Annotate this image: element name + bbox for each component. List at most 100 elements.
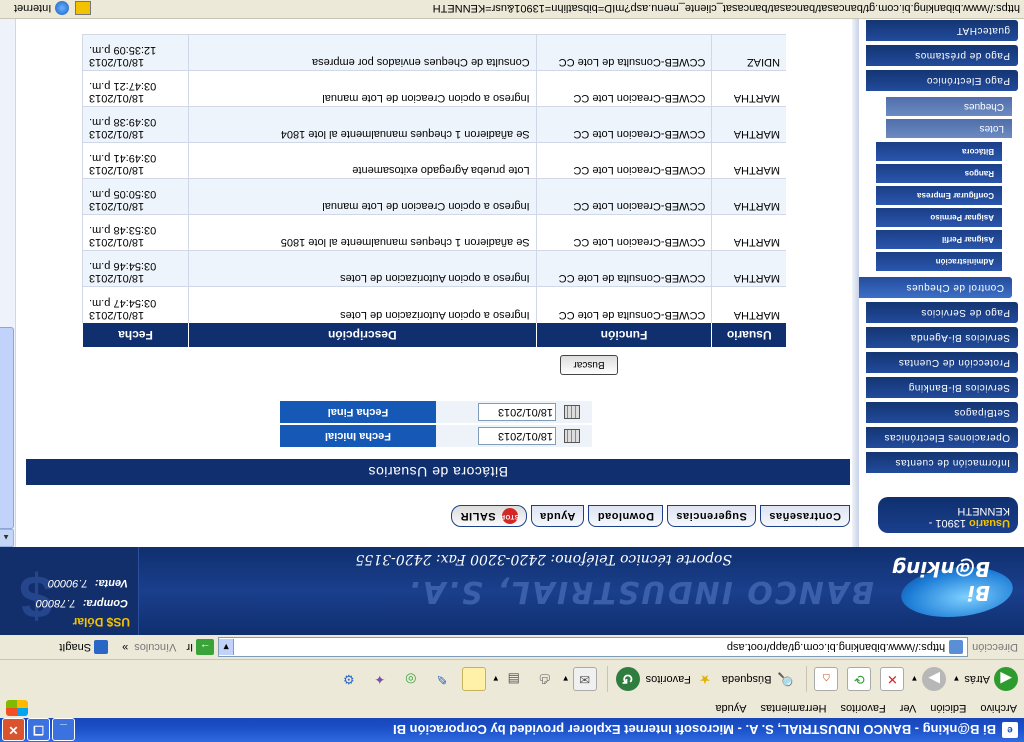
address-url[interactable]: https://www.bibanking.bi.com.gt/app/root… <box>234 641 945 653</box>
fecha-final-field: 18/01/2013 <box>436 401 592 423</box>
links-label[interactable]: Vínculos <box>134 641 176 653</box>
sidebar-item-pago-servicios[interactable]: Pago de Servicios <box>866 302 1018 323</box>
sidebar-item-control-cheques[interactable]: Control de Cheques <box>854 277 1012 298</box>
history-button[interactable]: ↺ <box>612 667 640 691</box>
maximize-button[interactable]: ❐ <box>27 718 50 742</box>
back-arrow-icon: ◀ <box>994 667 1018 691</box>
minimize-button[interactable]: _ <box>52 718 75 742</box>
sidebar-subitem-bitacora[interactable]: Bitácora <box>876 142 1002 161</box>
address-dropdown-icon[interactable]: ▼ <box>219 639 235 655</box>
close-button[interactable]: ✕ <box>2 718 25 742</box>
edit-dropdown-icon[interactable]: ▼ <box>492 675 500 684</box>
cell-usuario: NDIAZ <box>711 35 786 71</box>
notes-button[interactable] <box>459 667 486 691</box>
buscar-button[interactable]: Buscar <box>560 355 618 375</box>
sidebar-item-setbipagos[interactable]: SetBipagos <box>866 402 1018 423</box>
menu-ayuda[interactable]: Ayuda <box>708 702 753 714</box>
sidebar-subitem-configurar-empresa[interactable]: Configurar Empresa <box>876 186 1002 205</box>
user-name: KENNETH <box>957 505 1010 517</box>
stop-button[interactable]: ✕ <box>877 667 905 691</box>
col-descripcion[interactable]: Descripción <box>188 323 537 347</box>
compra-label: Compra: <box>82 597 128 609</box>
fecha-final-row: 18/01/2013 Fecha Final <box>280 401 592 423</box>
fecha-inicial-input[interactable]: 18/01/2013 <box>478 427 556 445</box>
links-chevron[interactable]: » <box>122 641 128 653</box>
sidebar-item-pago-prestamos[interactable]: Pago de préstamos <box>866 45 1018 66</box>
cell-descripcion: Ingreso a opcion Creacion de Lote manual <box>188 71 537 107</box>
tab-contrasenas[interactable]: Contraseñas <box>759 505 850 527</box>
cell-fecha: 18/01/2013 03:53:48 p.m. <box>82 215 189 251</box>
fecha-final-input[interactable]: 18/01/2013 <box>478 403 556 421</box>
cell-usuario: MARTHA <box>711 143 786 179</box>
bibanking-logo[interactable]: Bi B@nking <box>882 557 1022 627</box>
print-button[interactable]: ⎙ <box>531 668 556 690</box>
mail-button[interactable]: ✉ ▼ <box>562 667 597 691</box>
scroll-up-icon[interactable]: ▲ <box>0 529 14 547</box>
table-header-row: Usuario Función Descripción Fecha <box>82 323 786 347</box>
sidebar-item-guatechat[interactable]: guatecHAT <box>866 20 1018 41</box>
compra-row: Compra: 7.78000 <box>36 597 128 609</box>
cell-fecha: 18/01/2013 03:54:47 p.m. <box>82 287 189 323</box>
sidebar-subitem-rangos[interactable]: Rangos <box>876 164 1002 183</box>
sidebar-item-informacion-cuentas[interactable]: Información de cuentas <box>866 452 1018 473</box>
menu-herramientas[interactable]: Herramientas <box>753 702 833 714</box>
mail-dropdown-icon[interactable]: ▼ <box>562 675 570 684</box>
compra-value: 7.78000 <box>35 597 76 609</box>
favorites-button[interactable]: ★ Favoritos <box>646 668 716 690</box>
toolbar-extra-button[interactable]: ✦ <box>366 668 391 690</box>
refresh-button[interactable]: ⟳ <box>844 667 872 691</box>
vertical-scrollbar[interactable]: ▲ ▼ <box>0 0 16 547</box>
sidebar-subitem-cheques[interactable]: Cheques <box>886 97 1012 116</box>
lock-icon[interactable] <box>75 1 92 16</box>
search-button[interactable]: 🔍 Búsqueda <box>722 668 797 690</box>
edit-button[interactable]: ▤ ▼ <box>492 668 525 690</box>
snagit-icon <box>94 640 109 654</box>
col-usuario[interactable]: Usuario <box>711 323 786 347</box>
sidebar-subitem-asignar-permiso[interactable]: Asignar Permiso <box>876 208 1002 227</box>
tab-sugerencias[interactable]: Sugerencias <box>666 505 756 527</box>
user-id: 13901 - <box>928 517 966 529</box>
cell-funcion: CCWEB-Creacion Lote CC <box>536 143 712 179</box>
snagit-button[interactable]: SnagIt <box>59 640 109 654</box>
menu-edicion[interactable]: Edición <box>923 702 973 714</box>
logo-text: Bi B@nking <box>891 557 990 605</box>
sidebar-subitem-asignar-perfil[interactable]: Asignar Perfil <box>876 230 1002 249</box>
scroll-thumb[interactable] <box>0 327 14 529</box>
go-arrow-icon: → <box>196 639 215 655</box>
menu-archivo[interactable]: Archivo <box>973 702 1024 714</box>
tab-ayuda[interactable]: Ayuda <box>530 505 585 527</box>
col-fecha[interactable]: Fecha <box>82 323 189 347</box>
col-funcion[interactable]: Función <box>536 323 712 347</box>
go-button[interactable]: → Ir <box>186 639 215 655</box>
sidebar-item-servicios-biagenda[interactable]: Servicios Bi-Agenda <box>866 327 1018 348</box>
back-button[interactable]: ◀ Atrás ▼ <box>952 667 1018 691</box>
cell-fecha: 18/01/2013 12:35:09 p.m. <box>82 35 189 71</box>
sidebar-item-pago-electronico[interactable]: Pago Electrónico <box>866 70 1018 91</box>
table-row: MARTHA CCWEB-Consulta de Lote CC Ingreso… <box>82 251 786 287</box>
table-row: MARTHA CCWEB-Creacion Lote CC Ingreso a … <box>82 71 786 107</box>
sidebar-subitem-lotes[interactable]: Lotes <box>886 119 1012 138</box>
forward-button[interactable]: ▶ ▼ <box>910 667 947 691</box>
toolbar-extra2-button[interactable]: ⚙ <box>335 668 360 690</box>
salir-button[interactable]: STOP SALIR <box>451 505 527 527</box>
research-button[interactable]: ◎ <box>397 668 422 690</box>
search-label: Búsqueda <box>721 673 772 685</box>
calendar-icon[interactable] <box>564 405 580 419</box>
cell-funcion: CCWEB-Creacion Lote CC <box>536 71 712 107</box>
sidebar-item-operaciones-electronicas[interactable]: Operaciones Electrónicas <box>866 427 1018 448</box>
tab-download[interactable]: Download <box>588 505 663 527</box>
toolbar-separator <box>806 666 808 692</box>
back-dropdown-icon[interactable]: ▼ <box>952 675 960 684</box>
back-label: Atrás <box>964 673 990 685</box>
sidebar-item-servicios-bibanking[interactable]: Servicios Bi-Banking <box>866 377 1018 398</box>
calendar-icon[interactable] <box>564 429 580 443</box>
cell-fecha: 18/01/2013 03:47:21 p.m. <box>82 71 189 107</box>
menu-favoritos[interactable]: Favoritos <box>833 702 892 714</box>
address-input[interactable]: https://www.bibanking.bi.com.gt/app/root… <box>218 637 969 657</box>
sidebar-subitem-administracion[interactable]: Administración <box>876 252 1002 271</box>
forward-dropdown-icon[interactable]: ▼ <box>910 675 918 684</box>
home-button[interactable]: ⌂ <box>811 667 839 691</box>
messenger-button[interactable]: ✎ <box>428 668 453 690</box>
sidebar-item-proteccion-cuentas[interactable]: Protección de Cuentas <box>866 352 1018 373</box>
menu-ver[interactable]: Ver <box>893 702 924 714</box>
